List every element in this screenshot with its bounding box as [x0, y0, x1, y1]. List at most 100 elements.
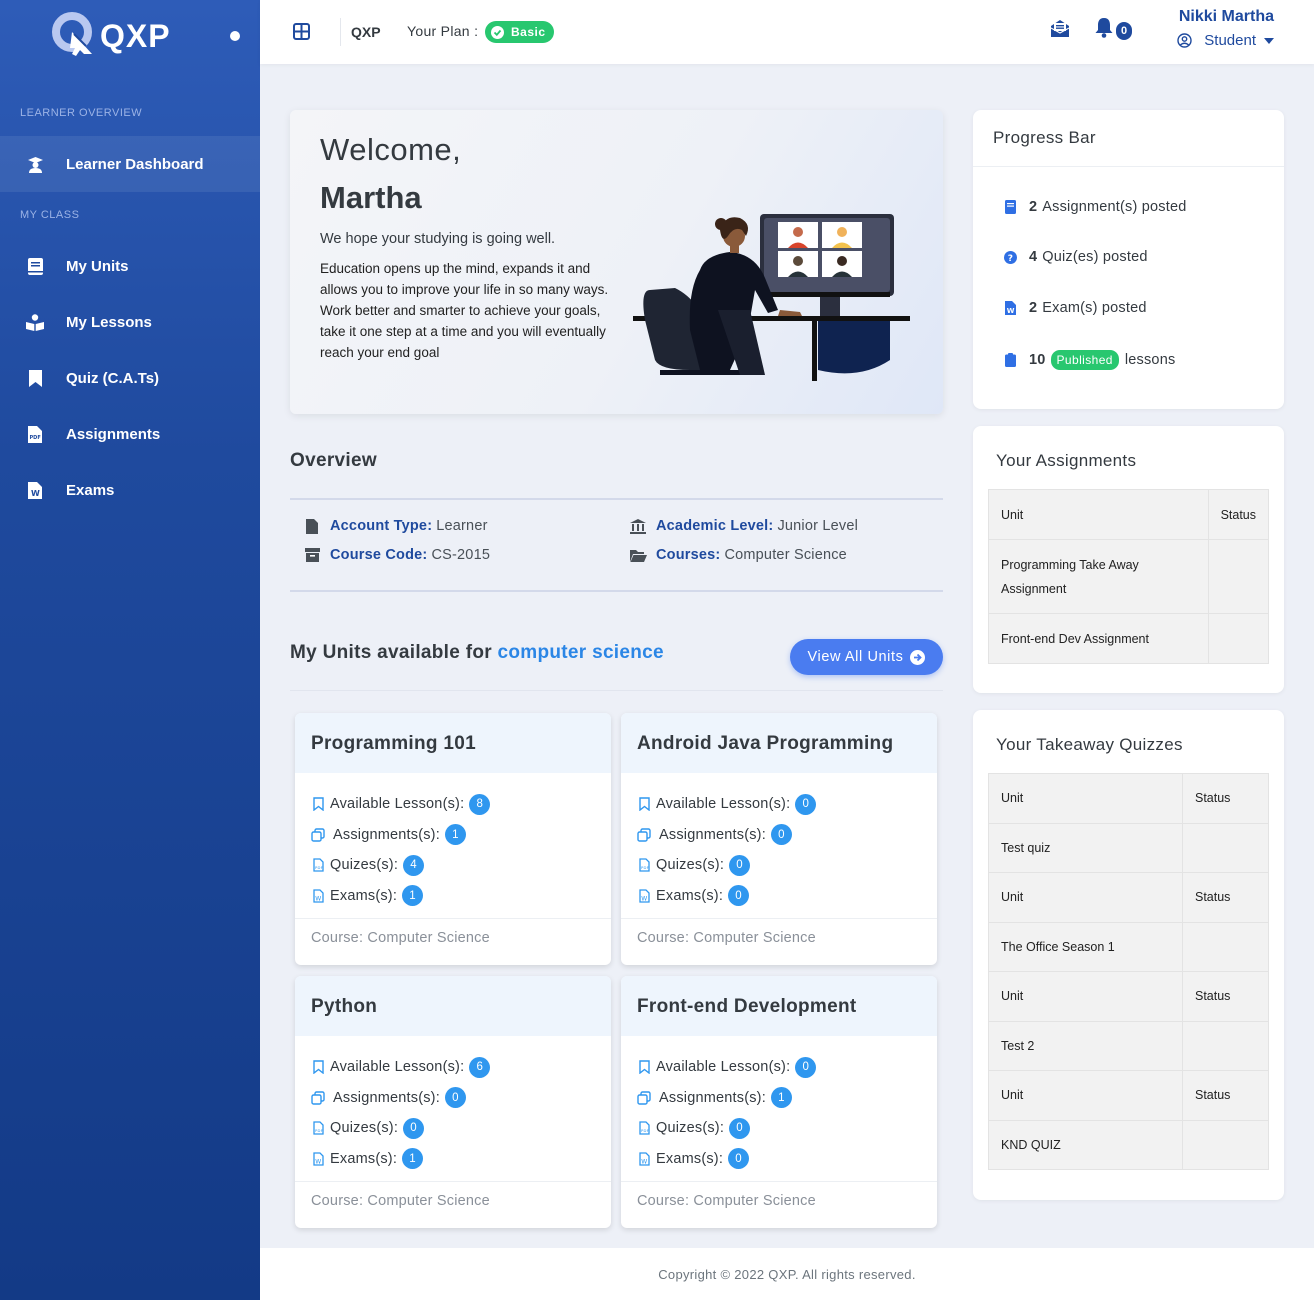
- unit-card-python[interactable]: Python Available Lesson(s): 6 Assignment…: [295, 976, 611, 1228]
- file-icon: [302, 518, 322, 534]
- table-row[interactable]: Test quiz: [988, 822, 1269, 873]
- assignments-count-badge: 1: [770, 1087, 792, 1109]
- sidebar-item-exams[interactable]: W Exams: [0, 462, 260, 518]
- exams-label: Exams(s):: [330, 887, 398, 904]
- unit-card-front-end-development[interactable]: Front-end Development Available Lesson(s…: [621, 976, 937, 1228]
- sidebar: QXP LEARNER OVERVIEW Learner Dashboard M…: [0, 0, 260, 1300]
- unit-card-programming-101[interactable]: Programming 101 Available Lesson(s): 8 A…: [295, 713, 611, 965]
- lessons-label: Available Lesson(s):: [330, 1059, 465, 1076]
- svg-text:PDF: PDF: [315, 865, 323, 870]
- sidebar-item-label: My Lessons: [66, 313, 152, 331]
- progress-panel-divider: [973, 166, 1284, 167]
- progress-lessons-row: 10 Published lessons: [1003, 350, 1175, 370]
- account-type-label: Account Type:: [330, 518, 433, 534]
- unit-exams-row: W Exams(s): 1: [311, 881, 595, 912]
- units-divider: [290, 690, 943, 691]
- assignments-label: Assignments(s):: [659, 1089, 766, 1106]
- units-title-accent: computer science: [497, 642, 664, 663]
- user-menu[interactable]: Nikki Martha Student: [1177, 8, 1274, 49]
- course-code-label: Course Code:: [330, 547, 428, 563]
- header-app-name: QXP: [351, 24, 381, 40]
- unit-card-title: Android Java Programming: [621, 713, 937, 773]
- sidebar-item-label: Assignments: [66, 425, 161, 443]
- table-row[interactable]: The Office Season 1: [988, 921, 1269, 972]
- table-row[interactable]: KND QUIZ: [988, 1119, 1269, 1170]
- qxp-logo-icon: [50, 10, 96, 63]
- grid-menu-icon[interactable]: [293, 23, 310, 45]
- lessons-label: Available Lesson(s):: [656, 1059, 791, 1076]
- quiz-status-cell: [1182, 1020, 1269, 1071]
- progress-exams-row: W 2 Exam(s) posted: [1003, 300, 1147, 316]
- bookmark-outline-icon: [311, 797, 325, 812]
- unit-card-android-java-programming[interactable]: Android Java Programming Available Lesso…: [621, 713, 937, 965]
- brand[interactable]: QXP: [0, 0, 260, 72]
- table-header-status: Status: [1182, 971, 1269, 1022]
- bell-icon[interactable]: [1094, 17, 1114, 43]
- mail-icon[interactable]: [1050, 18, 1070, 43]
- assignments-table: Unit Status Programming Take Away Assign…: [988, 489, 1270, 664]
- caret-down-icon: [1264, 37, 1274, 44]
- unit-quizzes-row: PDF Quizes(s): 4: [311, 850, 595, 881]
- table-header-status: Status: [1182, 773, 1269, 824]
- quiz-status-cell: [1182, 921, 1269, 972]
- account-type-value: Learner: [436, 518, 488, 534]
- unit-lessons-row: Available Lesson(s): 8: [311, 789, 595, 820]
- quizzes-label: Quizes(s):: [330, 857, 399, 874]
- academic-level-label: Academic Level:: [656, 518, 774, 534]
- lessons-count-badge: 0: [795, 793, 817, 815]
- reader-icon: [26, 313, 44, 331]
- word-file-outline-icon: W: [311, 889, 325, 903]
- pdf-file-outline-icon: PDF: [637, 858, 651, 872]
- overview-divider-bottom: [290, 590, 943, 592]
- video-call-illustration: [630, 210, 915, 395]
- overview-title: Overview: [290, 450, 377, 471]
- progress-assignments-text: Assignment(s) posted: [1042, 199, 1187, 215]
- sidebar-toggle-dot[interactable]: [230, 31, 240, 41]
- unit-lessons-row: Available Lesson(s): 0: [637, 789, 921, 820]
- sidebar-heading-overview: LEARNER OVERVIEW: [20, 107, 143, 119]
- copy-icon: [311, 828, 325, 842]
- user-role-dropdown[interactable]: Student: [1177, 32, 1274, 49]
- overview-divider-top: [290, 498, 943, 500]
- unit-card-title: Python: [295, 976, 611, 1036]
- lessons-label: Available Lesson(s):: [330, 796, 465, 813]
- sidebar-item-assignments[interactable]: PDF Assignments: [0, 406, 260, 462]
- sidebar-item-learner-dashboard[interactable]: Learner Dashboard: [0, 136, 260, 192]
- course-code-value: CS-2015: [431, 547, 491, 563]
- book-icon: [1003, 200, 1017, 214]
- table-row[interactable]: Programming Take Away Assignment: [988, 539, 1270, 614]
- quiz-unit-cell: Test 2: [988, 1020, 1183, 1071]
- welcome-body: Education opens up the mind, expands it …: [320, 261, 609, 360]
- quizzes-panel: Your Takeaway Quizzes Unit Status Test q…: [973, 710, 1284, 1200]
- sidebar-item-quiz[interactable]: Quiz (C.A.Ts): [0, 350, 260, 406]
- progress-lessons-text: lessons: [1124, 352, 1176, 368]
- table-header-unit: Unit: [988, 773, 1183, 824]
- courses-value: Computer Science: [724, 547, 847, 563]
- copy-icon: [311, 1091, 325, 1105]
- brand-name: QXP: [100, 17, 171, 54]
- view-all-units-button[interactable]: View All Units: [790, 639, 943, 675]
- progress-exams-count: 2: [1029, 300, 1038, 316]
- unit-quizzes-row: PDF Quizes(s): 0: [637, 850, 921, 881]
- svg-text:PDF: PDF: [641, 865, 649, 870]
- assignments-label: Assignments(s):: [333, 826, 440, 843]
- assignment-unit-cell: Programming Take Away Assignment: [988, 539, 1209, 614]
- assignments-count-badge: 0: [444, 1087, 466, 1109]
- quizzes-count-badge: 0: [729, 1117, 751, 1139]
- exams-count-badge: 1: [402, 885, 424, 907]
- progress-quizzes-row: ? 4 Quiz(es) posted: [1003, 249, 1148, 265]
- progress-quizzes-text: Quiz(es) posted: [1042, 249, 1148, 265]
- sidebar-item-my-units[interactable]: My Units: [0, 238, 260, 294]
- progress-assignments-row: 2 Assignment(s) posted: [1003, 199, 1187, 215]
- units-section-title: My Units available for computer science: [290, 642, 664, 664]
- exams-count-badge: 0: [728, 1148, 750, 1170]
- table-header-unit: Unit: [988, 489, 1209, 540]
- sidebar-item-my-lessons[interactable]: My Lessons: [0, 294, 260, 350]
- table-row[interactable]: Test 2: [988, 1020, 1269, 1071]
- unit-card-course: Course: Computer Science: [637, 1193, 816, 1209]
- svg-text:W: W: [1006, 307, 1014, 315]
- footer: Copyright © 2022 QXP. All rights reserve…: [260, 1248, 1314, 1300]
- overview-academic-level: Academic Level: Junior Level: [628, 518, 858, 534]
- table-row[interactable]: Front-end Dev Assignment: [988, 613, 1270, 664]
- table-header-row: Unit Status: [988, 872, 1269, 923]
